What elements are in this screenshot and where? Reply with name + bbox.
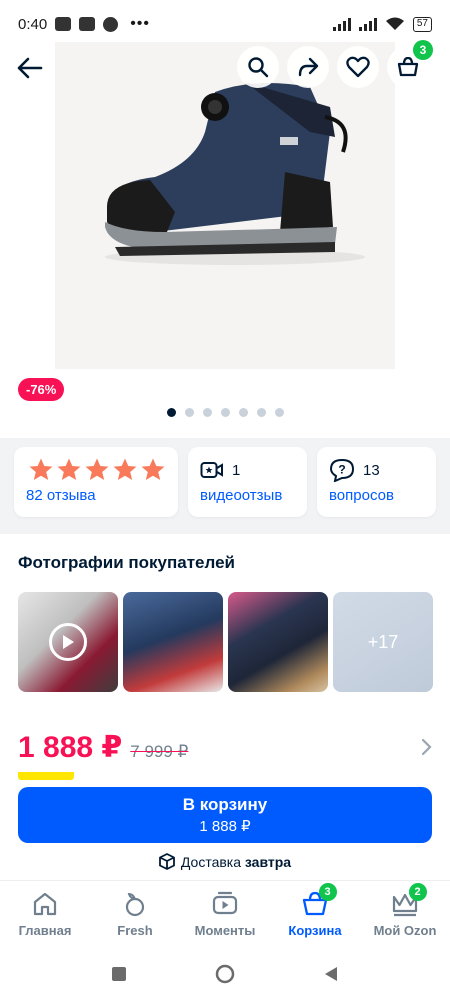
video-review-card[interactable]: 1 видеоотзыв <box>188 447 307 517</box>
star-icon <box>57 458 81 480</box>
boot-illustration <box>105 82 365 265</box>
home-icon <box>33 892 57 916</box>
star-icon <box>113 458 137 480</box>
ozon-card-price-partial <box>18 772 74 780</box>
status-time: 0:40 <box>18 15 48 33</box>
moments-icon <box>212 891 238 915</box>
current-price: 1 888 ₽ <box>18 731 123 764</box>
share-button[interactable] <box>287 46 329 88</box>
chevron-right-icon[interactable] <box>420 738 432 761</box>
back-button[interactable] <box>14 52 46 84</box>
questions-link: вопросов <box>329 487 394 504</box>
signal-icon-2 <box>358 17 377 31</box>
battery-indicator: 57 <box>412 16 432 32</box>
fresh-icon <box>125 892 145 917</box>
nav-moments[interactable]: Моменты <box>180 881 270 948</box>
rating-card[interactable]: 82 отзыва <box>14 447 178 517</box>
customer-photo[interactable] <box>228 592 328 692</box>
old-price: 7 999 ₽ <box>130 742 189 761</box>
questions-count: 13 <box>363 461 380 479</box>
home-circle-icon[interactable] <box>215 964 235 984</box>
star-icon <box>29 458 53 480</box>
nav-cart[interactable]: 3 Корзина <box>270 881 360 948</box>
product-top-bar: 3 <box>0 40 450 90</box>
video-review-count: 1 <box>232 461 241 479</box>
heart-icon <box>346 56 370 78</box>
nav-my-ozon[interactable]: 2 Мой Ozon <box>360 881 450 948</box>
nav-home-label: Главная <box>18 923 72 938</box>
nav-cart-label: Корзина <box>288 923 342 938</box>
add-to-cart-price: 1 888 ₽ <box>199 818 251 835</box>
basket-icon <box>397 57 419 77</box>
cart-button[interactable]: 3 <box>387 40 433 88</box>
video-camera-icon <box>200 462 223 478</box>
delivery-text: Доставка <box>180 853 245 870</box>
nav-my-ozon-badge: 2 <box>408 883 427 901</box>
search-button[interactable] <box>237 46 279 88</box>
video-review-link: видеоотзыв <box>200 487 283 504</box>
gallery-pagination <box>0 408 450 417</box>
gallery-dot[interactable] <box>238 408 248 417</box>
gallery-dot[interactable] <box>166 408 176 417</box>
customer-photos-row: +17 <box>18 592 433 692</box>
gallery-dot[interactable] <box>202 408 212 417</box>
gallery-dot[interactable] <box>184 408 194 417</box>
signal-icon <box>332 17 351 31</box>
svg-text:?: ? <box>338 463 345 477</box>
reviews-link: 82 отзыва <box>26 487 96 504</box>
customer-photo-video[interactable] <box>18 592 118 692</box>
favorite-button[interactable] <box>337 46 379 88</box>
play-icon <box>49 623 87 661</box>
message-icon <box>55 17 72 31</box>
more-photos-count: +17 <box>333 592 433 692</box>
recents-icon[interactable] <box>111 966 127 982</box>
customer-photo[interactable] <box>123 592 223 692</box>
nav-fresh[interactable]: Fresh <box>90 881 180 948</box>
box-icon <box>158 853 175 870</box>
star-icon <box>85 458 109 480</box>
vk-icon <box>79 17 96 31</box>
arrow-left-icon <box>17 57 43 79</box>
no-disturb-icon <box>103 16 119 32</box>
nav-moments-label: Моменты <box>194 923 256 938</box>
cart-count-badge: 3 <box>413 40 433 60</box>
back-triangle-icon[interactable] <box>323 966 339 982</box>
add-to-cart-label: В корзину <box>182 795 268 814</box>
status-bar: 0:40 ••• 57 <box>0 0 450 48</box>
customer-photo-more[interactable]: +17 <box>333 592 433 692</box>
nav-home[interactable]: Главная <box>0 881 90 948</box>
question-bubble-icon: ? <box>329 458 355 482</box>
gallery-dot[interactable] <box>274 408 284 417</box>
search-icon <box>248 57 269 78</box>
system-navigation <box>0 948 450 1000</box>
gallery-dot[interactable] <box>256 408 266 417</box>
add-to-cart-button[interactable]: В корзину 1 888 ₽ <box>18 787 432 843</box>
wifi-icon <box>385 17 404 30</box>
price-row[interactable]: 1 888 ₽ 7 999 ₽ <box>18 730 188 765</box>
discount-badge: -76% <box>18 378 65 401</box>
customer-photos-title: Фотографии покупателей <box>18 553 235 572</box>
gallery-dot[interactable] <box>220 408 230 417</box>
questions-card[interactable]: ? 13 вопросов <box>317 447 436 517</box>
more-notifications-icon: ••• <box>130 15 151 32</box>
delivery-info[interactable]: Доставка завтра <box>0 853 450 870</box>
star-icon <box>141 458 165 480</box>
delivery-day: завтра <box>244 853 292 870</box>
nav-fresh-label: Fresh <box>117 923 153 938</box>
bottom-nav: Главная Fresh Моменты 3 Корзина 2 Мой Oz… <box>0 880 450 948</box>
nav-my-ozon-label: Мой Ozon <box>373 923 437 938</box>
rating-stars <box>28 457 166 483</box>
info-cards: 82 отзыва 1 видеоотзыв ? 13 вопросов <box>0 438 450 534</box>
share-icon <box>298 57 319 77</box>
nav-cart-badge: 3 <box>318 883 337 901</box>
product-image[interactable] <box>55 42 395 369</box>
